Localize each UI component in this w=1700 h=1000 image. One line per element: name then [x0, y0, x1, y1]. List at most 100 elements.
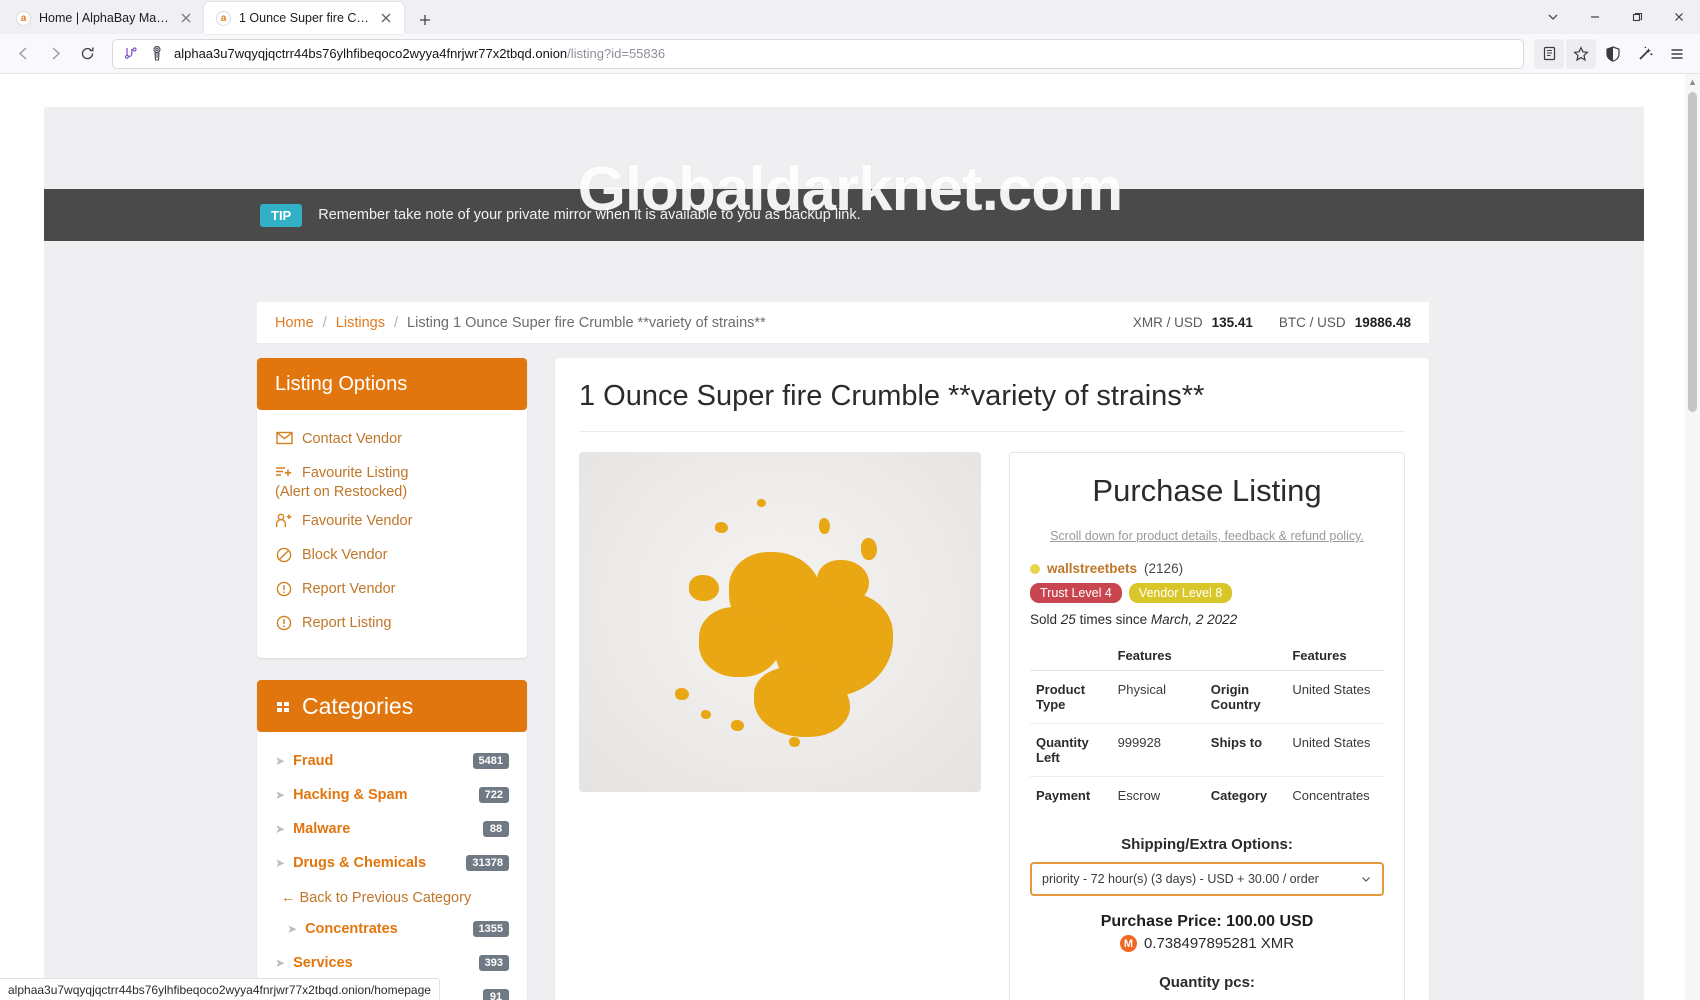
vendor-status-dot-icon	[1030, 563, 1040, 574]
status-bar: alphaa3u7wqyqjqctrr44bs76ylhfibeqoco2wyy…	[0, 978, 440, 1000]
title-divider	[579, 431, 1405, 432]
features-col-header-1: Features	[1111, 641, 1205, 671]
sold-date: March, 2 2022	[1150, 612, 1238, 627]
category-count-badge: 88	[483, 821, 509, 837]
reader-view-icon[interactable]	[1534, 38, 1564, 69]
vendor-name-link[interactable]: wallstreetbets	[1047, 561, 1137, 576]
monero-icon: M	[1119, 935, 1137, 952]
categories-heading: Categories	[302, 692, 414, 719]
feature-value: 999928	[1111, 723, 1205, 777]
quantity-label: Quantity pcs:	[1159, 974, 1255, 991]
category-item-concentrates[interactable]: ➤ Concentrates 1355	[275, 912, 509, 946]
browser-tab-1[interactable]: a Home | AlphaBay Market	[4, 2, 204, 34]
category-label: Drugs & Chemicals	[293, 855, 427, 871]
tab-title: Home | AlphaBay Market	[39, 11, 170, 25]
scroll-up-arrow-icon[interactable]: ▲	[1685, 74, 1700, 89]
back-to-previous-category-link[interactable]: ← Back to Previous Category	[275, 880, 509, 912]
back-button[interactable]	[8, 39, 38, 69]
category-item-malware[interactable]: ➤ Malware 88	[275, 812, 509, 846]
minimize-button[interactable]	[1574, 0, 1616, 34]
category-item-hacking-spam[interactable]: ➤ Hacking & Spam 722	[275, 778, 509, 812]
hamburger-menu-icon[interactable]	[1662, 39, 1692, 69]
chevron-right-icon: ➤	[275, 822, 286, 836]
category-count-badge: 31378	[466, 855, 509, 871]
feature-key: Product Type	[1030, 670, 1112, 724]
maximize-button[interactable]	[1616, 0, 1658, 34]
sidebar-item-label: Report Vendor	[302, 581, 396, 597]
tab-favicon-icon: a	[216, 10, 231, 26]
btc-rate-value: 19886.48	[1354, 315, 1411, 330]
feature-value: United States	[1286, 670, 1384, 724]
breadcrumb-home-link[interactable]: Home	[275, 315, 314, 331]
magic-wand-icon[interactable]	[1630, 39, 1660, 69]
sold-mid: times since	[1079, 612, 1148, 627]
category-label: Concentrates	[305, 921, 398, 937]
vendor-level-badge: Vendor Level 8	[1128, 583, 1233, 603]
list-all-tabs-icon[interactable]	[1532, 0, 1574, 34]
shipping-options-label: Shipping/Extra Options:	[1121, 836, 1293, 853]
features-table-header-row: Features Features	[1030, 641, 1384, 671]
category-item-services[interactable]: ➤ Services 393	[275, 946, 509, 980]
alert-circle-icon	[275, 581, 293, 597]
purchase-heading: Purchase Listing	[1092, 473, 1322, 508]
alert-circle-icon	[275, 615, 293, 631]
page-scrollbar[interactable]: ▲	[1685, 74, 1700, 1000]
feature-value: Physical	[1111, 670, 1205, 724]
sidebar-item-contact-vendor[interactable]: Contact Vendor	[275, 422, 509, 456]
category-label: Malware	[293, 821, 351, 837]
forward-button[interactable]	[40, 39, 70, 69]
category-count-badge: 1355	[472, 921, 509, 937]
address-bar[interactable]: alphaa3u7wqyqjqctrr44bs76ylhfibeqoco2wyy…	[112, 38, 1524, 69]
features-col-blank-1	[1030, 641, 1112, 671]
sidebar-item-block-vendor[interactable]: Block Vendor	[275, 538, 509, 572]
breadcrumb-listings-link[interactable]: Listings	[336, 315, 385, 331]
page-title: 1 Ounce Super fire Crumble **variety of …	[579, 380, 1205, 412]
sidebar-item-label: Contact Vendor	[302, 431, 402, 447]
browser-toolbar-icons	[1534, 38, 1692, 69]
shield-icon[interactable]	[1598, 39, 1628, 69]
new-tab-button[interactable]	[410, 6, 440, 34]
listing-main-panel: 1 Ounce Super fire Crumble **variety of …	[555, 358, 1429, 1000]
scroll-down-note[interactable]: Scroll down for product details, feedbac…	[1030, 529, 1384, 543]
features-table: Features Features Product Type Physical …	[1030, 641, 1384, 814]
sold-summary: Sold 25 times since March, 2 2022	[1030, 612, 1384, 627]
reload-button[interactable]	[72, 39, 102, 69]
listing-options-panel: Listing Options Contact Vendor Favourite…	[257, 358, 527, 658]
scrollbar-thumb[interactable]	[1688, 92, 1697, 412]
chevron-right-icon: ➤	[287, 922, 298, 936]
close-window-button[interactable]	[1658, 0, 1700, 34]
sidebar-item-report-listing[interactable]: Report Listing	[275, 606, 509, 640]
tab-close-icon[interactable]	[378, 10, 394, 26]
sidebar-item-report-vendor[interactable]: Report Vendor	[275, 572, 509, 606]
url-text: alphaa3u7wqyqjqctrr44bs76ylhfibeqoco2wyy…	[174, 46, 666, 61]
bookmark-star-icon[interactable]	[1566, 38, 1596, 69]
favourite-listing-subtext: (Alert on Restocked)	[275, 484, 408, 500]
shipping-options-select[interactable]: priority - 72 hour(s) (3 days) - USD + 3…	[1030, 862, 1384, 896]
listing-options-heading: Listing Options	[257, 358, 527, 410]
tor-circuit-icon[interactable]	[123, 45, 140, 62]
window-controls	[1532, 0, 1700, 34]
tab-close-icon[interactable]	[178, 10, 194, 26]
feature-value: United States	[1286, 723, 1384, 777]
chevron-right-icon: ➤	[275, 956, 286, 970]
vendor-badges: Trust Level 4 Vendor Level 8	[1030, 583, 1384, 603]
category-count-badge: 722	[478, 787, 509, 803]
btc-rate-label: BTC / USD	[1278, 315, 1346, 330]
browser-tab-2[interactable]: a 1 Ounce Super fire Crumble **v	[204, 2, 404, 34]
vendor-feedback-count: (2126)	[1144, 561, 1184, 576]
sidebar-item-label: Block Vendor	[302, 547, 388, 563]
navigation-toolbar: alphaa3u7wqyqjqctrr44bs76ylhfibeqoco2wyy…	[0, 34, 1700, 74]
category-count-badge: 5481	[472, 753, 509, 769]
onion-site-icon[interactable]	[149, 45, 165, 62]
product-image[interactable]	[579, 452, 981, 792]
category-item-drugs-chemicals[interactable]: ➤ Drugs & Chemicals 31378	[275, 846, 509, 880]
purchase-panel: Purchase Listing Scroll down for product…	[1009, 452, 1405, 1000]
block-icon	[275, 547, 293, 563]
sidebar-item-label: Report Listing	[302, 615, 392, 631]
breadcrumb: Home / Listings / Listing 1 Ounce Super …	[275, 315, 766, 331]
user-add-icon	[275, 513, 293, 528]
category-item-fraud[interactable]: ➤ Fraud 5481	[275, 744, 509, 778]
browser-window: a Home | AlphaBay Market a 1 Ounce Super…	[0, 0, 1700, 1000]
sidebar-item-favourite-vendor[interactable]: Favourite Vendor	[275, 504, 509, 538]
breadcrumb-separator: /	[322, 314, 327, 331]
